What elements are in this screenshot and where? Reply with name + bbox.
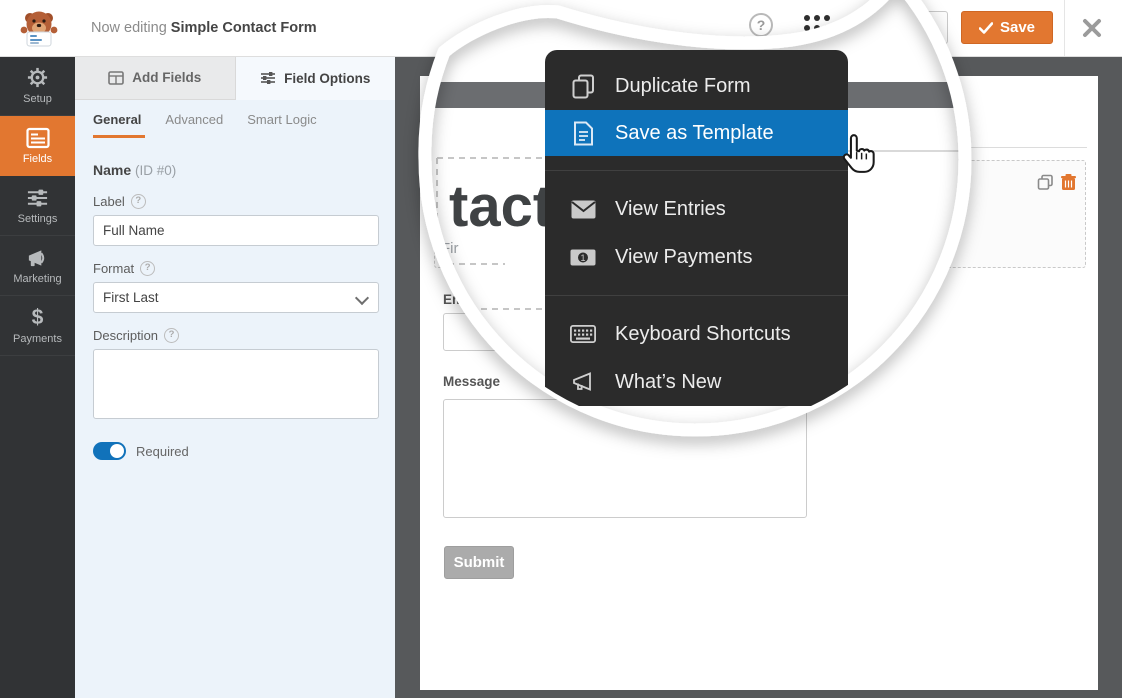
subtab-general[interactable]: General	[93, 100, 141, 140]
now-editing-prefix: Now editing	[91, 20, 167, 36]
sidebar-item-setup[interactable]: Setup	[0, 56, 75, 116]
menu-item-view-payments[interactable]: 1 View Payments	[545, 233, 848, 281]
message-field-label: Message	[443, 374, 500, 389]
sliders-icon	[26, 187, 49, 209]
required-row: Required	[93, 442, 379, 460]
sidebar-item-label: Payments	[13, 333, 62, 345]
menu-item-label: What’s New	[615, 371, 721, 394]
menu-item-save-as-template[interactable]: Save as Template	[545, 110, 848, 156]
label-option-label: Label	[93, 194, 125, 209]
option-subtabs: General Advanced Smart Logic	[93, 100, 395, 140]
keyboard-icon	[570, 325, 596, 343]
menu-item-label: Duplicate Form	[615, 75, 751, 98]
menu-item-label: View Entries	[615, 198, 726, 221]
field-options-panel: Add Fields Field Options General Advance…	[75, 56, 395, 698]
subtab-advanced[interactable]: Advanced	[165, 100, 223, 140]
menu-item-label: Save as Template	[615, 122, 774, 145]
description-option-row: Description ?	[93, 328, 379, 343]
toolbar-separator	[1064, 0, 1065, 56]
submit-button[interactable]: Submit	[444, 546, 514, 579]
top-toolbar: Now editing Simple Contact Form ? Embed …	[0, 0, 1122, 57]
field-options-body: Name (ID #0) Label ? Format ? First Last…	[93, 152, 379, 460]
field-name-heading: Name (ID #0)	[93, 162, 379, 178]
template-file-icon	[570, 121, 596, 146]
menu-item-keyboard-shortcuts[interactable]: Keyboard Shortcuts	[545, 310, 848, 358]
format-select[interactable]: First Last	[93, 282, 379, 313]
panel-tabs: Add Fields Field Options	[75, 56, 395, 100]
required-label: Required	[136, 444, 189, 459]
email-field-label: Email	[443, 292, 479, 307]
label-help-icon[interactable]: ?	[131, 194, 146, 209]
tab-add-fields[interactable]: Add Fields	[75, 56, 236, 100]
check-icon	[979, 22, 993, 34]
sidebar-item-label: Settings	[18, 213, 58, 225]
field-name: Name	[93, 162, 131, 178]
close-builder-button[interactable]	[1081, 17, 1103, 39]
tab-add-fields-label: Add Fields	[132, 70, 201, 85]
format-option-label: Format	[93, 261, 134, 276]
menu-item-label: View Payments	[615, 246, 752, 269]
sidebar-item-label: Setup	[23, 93, 52, 105]
builder-dropdown-menu: Duplicate Form Save as Template View Ent…	[545, 50, 848, 406]
menu-separator	[545, 295, 848, 296]
wpforms-logo	[0, 0, 75, 56]
add-fields-icon	[108, 71, 124, 85]
subtab-smart-logic[interactable]: Smart Logic	[247, 100, 316, 140]
description-option-label: Description	[93, 328, 158, 343]
format-help-icon[interactable]: ?	[140, 261, 155, 276]
tab-field-options-label: Field Options	[284, 71, 370, 86]
help-icon[interactable]: ?	[749, 13, 773, 37]
toggle-knob	[110, 444, 124, 458]
sidebar-item-payments[interactable]: $ Payments	[0, 296, 75, 356]
required-toggle[interactable]	[93, 442, 126, 460]
menu-item-label: Keyboard Shortcuts	[615, 323, 791, 346]
field-options-icon	[260, 71, 276, 85]
label-input[interactable]	[93, 215, 379, 246]
sidebar-item-settings[interactable]: Settings	[0, 176, 75, 236]
sidebar-item-label: Fields	[23, 153, 52, 165]
bear-logo-icon	[17, 8, 59, 48]
format-selected-value: First Last	[103, 290, 159, 305]
builder-sidebar: Setup Fields Settings Marketing	[0, 56, 75, 698]
duplicate-field-icon[interactable]	[1037, 174, 1054, 191]
duplicate-icon	[570, 74, 596, 99]
description-textarea[interactable]	[93, 349, 379, 419]
gear-icon	[26, 66, 49, 89]
menu-item-duplicate-form[interactable]: Duplicate Form	[545, 62, 848, 110]
envelope-icon	[570, 200, 596, 219]
tab-field-options[interactable]: Field Options	[236, 56, 396, 100]
money-bill-icon: 1	[570, 249, 596, 266]
announce-icon	[570, 371, 596, 393]
now-editing-text: Now editing Simple Contact Form	[91, 0, 317, 56]
delete-field-icon[interactable]	[1061, 174, 1076, 191]
field-id: (ID #0)	[135, 163, 176, 178]
editing-form-name: Simple Contact Form	[171, 20, 317, 36]
sidebar-item-marketing[interactable]: Marketing	[0, 236, 75, 296]
chevron-down-icon	[355, 291, 369, 305]
dollar-icon: $	[26, 306, 49, 329]
close-icon	[1081, 17, 1103, 39]
menu-item-whats-new[interactable]: What’s New	[545, 358, 848, 406]
svg-text:$: $	[32, 306, 44, 329]
save-button-label: Save	[1000, 19, 1035, 36]
message-field-textarea[interactable]	[443, 399, 807, 518]
sidebar-item-label: Marketing	[13, 273, 61, 285]
svg-text:1: 1	[580, 253, 585, 263]
format-option-row: Format ?	[93, 261, 379, 276]
megaphone-icon	[26, 247, 49, 269]
menu-item-view-entries[interactable]: View Entries	[545, 185, 848, 233]
apps-grid-menu-icon[interactable]	[804, 15, 831, 42]
label-option-row: Label ?	[93, 194, 379, 209]
save-button[interactable]: Save	[961, 11, 1053, 44]
fields-icon	[26, 127, 50, 149]
menu-separator	[545, 170, 848, 171]
sidebar-item-fields[interactable]: Fields	[0, 116, 75, 176]
description-help-icon[interactable]: ?	[164, 328, 179, 343]
embed-button[interactable]: Embed	[862, 11, 948, 44]
